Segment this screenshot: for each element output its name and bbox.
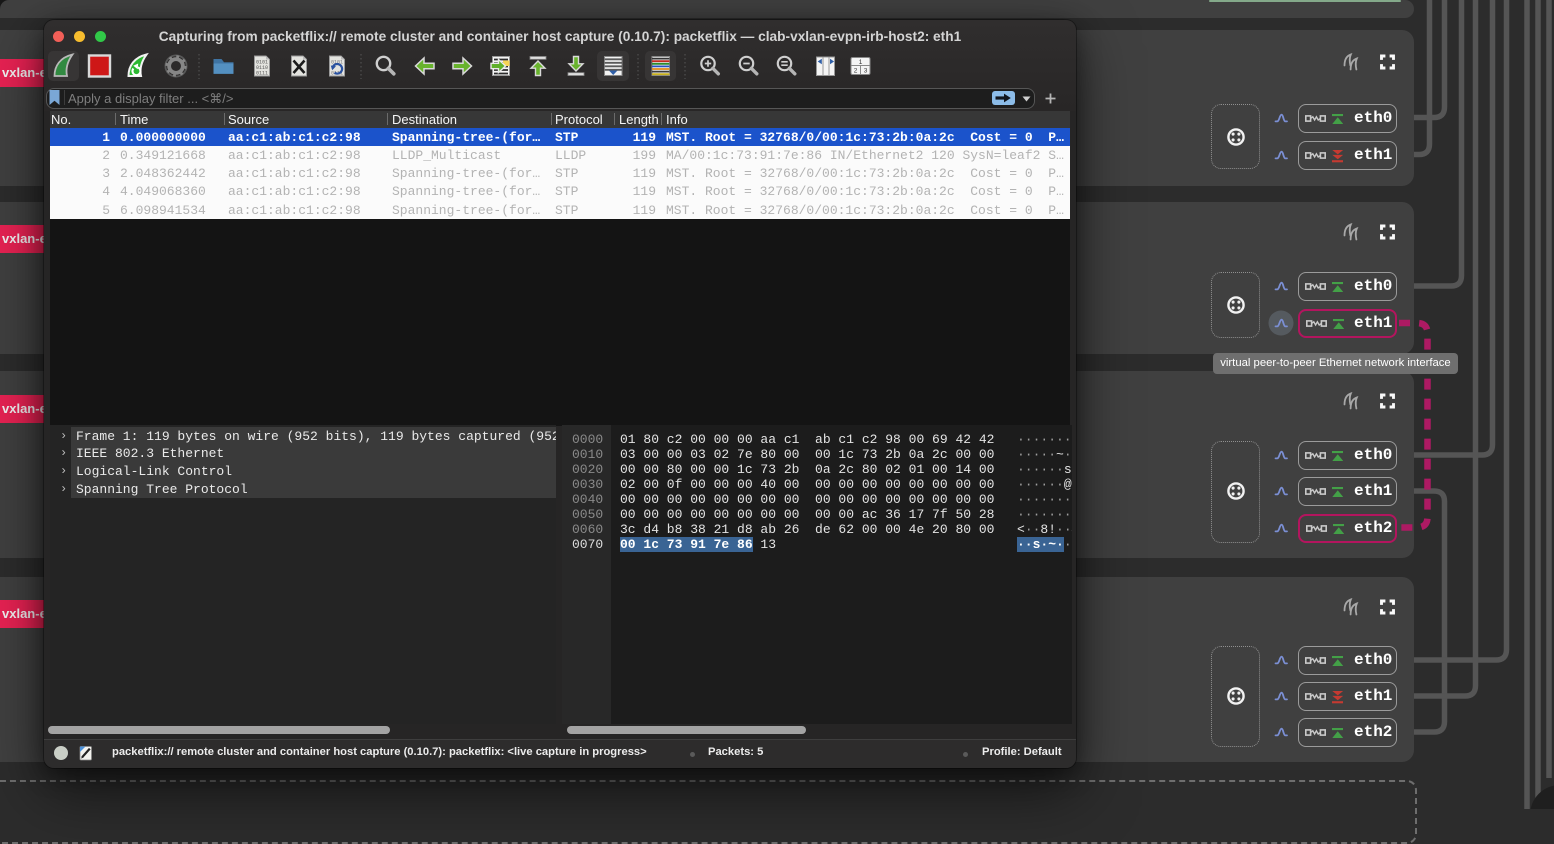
- svg-text:3: 3: [864, 68, 868, 75]
- svg-text:0111: 0111: [256, 71, 268, 77]
- svg-text:2: 2: [854, 68, 858, 75]
- svg-text:1: 1: [859, 59, 863, 66]
